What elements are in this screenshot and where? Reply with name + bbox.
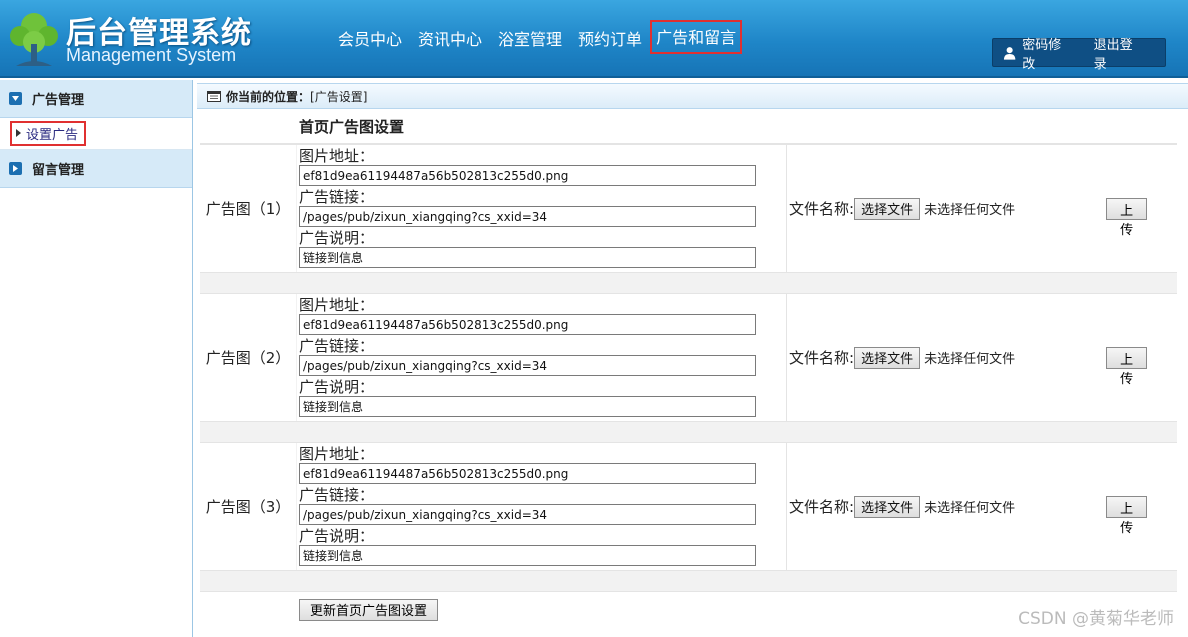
sidebar-group-messages[interactable]: 留言管理 [0, 150, 192, 188]
main-content: 你当前的位置： [广告设置] 首页广告图设置 广告图（1） 图片地址： 广告链接… [197, 80, 1188, 637]
ad-label: 广告图（1） [200, 145, 297, 272]
ad-link-input[interactable] [299, 504, 756, 525]
no-file-text: 未选择任何文件 [924, 352, 1016, 367]
nav-member-center[interactable]: 会员中心 [330, 22, 410, 54]
ad-desc-label: 广告说明： [299, 378, 375, 396]
sidebar-item-set-ads[interactable]: 设置广告 [10, 121, 87, 146]
no-file-text: 未选择任何文件 [924, 501, 1016, 516]
update-ads-button[interactable]: 更新首页广告图设置 [299, 598, 439, 621]
ad-desc-label: 广告说明： [299, 527, 375, 545]
tree-logo-icon [10, 13, 58, 66]
image-url-label: 图片地址： [299, 296, 375, 314]
sidebar-group-label: 留言管理 [32, 163, 85, 178]
ad-link-label: 广告链接： [299, 486, 375, 504]
collapse-icon [9, 92, 22, 105]
ad-label: 广告图（3） [200, 443, 297, 570]
file-upload-area: 文件名称: 选择文件 未选择任何文件 上 传 [787, 145, 1177, 272]
nav-news-center[interactable]: 资讯中心 [410, 22, 490, 54]
nav-bathroom-manage[interactable]: 浴室管理 [490, 22, 570, 54]
image-url-label: 图片地址： [299, 147, 375, 165]
top-nav: 会员中心 资讯中心 浴室管理 预约订单 广告和留言 [330, 20, 743, 54]
upload-button[interactable]: 上 传 [1106, 197, 1148, 238]
file-name-label: 文件名称: [789, 498, 855, 516]
file-upload-area: 文件名称: 选择文件 未选择任何文件 上 传 [787, 294, 1177, 421]
expand-icon [9, 162, 22, 175]
breadcrumb-current: [广告设置] [310, 89, 368, 104]
watermark: CSDN @黄菊华老师 [1018, 609, 1174, 629]
file-upload-area: 文件名称: 选择文件 未选择任何文件 上 传 [787, 443, 1177, 570]
change-password-link[interactable]: 密码修改 [1022, 34, 1071, 72]
user-icon [1003, 46, 1016, 60]
ad-desc-label: 广告说明： [299, 229, 375, 247]
image-url-label: 图片地址： [299, 445, 375, 463]
row-gap [200, 422, 1177, 442]
sidebar-group-ads[interactable]: 广告管理 [0, 80, 192, 118]
ad-link-input[interactable] [299, 355, 756, 376]
image-url-input[interactable] [299, 314, 756, 335]
app-subtitle: Management System [66, 45, 237, 65]
ad-link-input[interactable] [299, 206, 756, 227]
ad-fields: 图片地址： 广告链接： 广告说明： [297, 294, 787, 421]
ad-row-2: 广告图（2） 图片地址： 广告链接： 广告说明： 文件名称: 选择文件 未选择任… [200, 293, 1177, 422]
row-gap [200, 273, 1177, 293]
ad-link-label: 广告链接： [299, 188, 375, 206]
choose-file-button[interactable]: 选择文件 [854, 346, 921, 369]
row-gap [200, 571, 1177, 591]
choose-file-button[interactable]: 选择文件 [854, 197, 921, 220]
breadcrumb-prefix: 你当前的位置： [226, 89, 311, 104]
ad-fields: 图片地址： 广告链接： 广告说明： [297, 443, 787, 570]
file-name-label: 文件名称: [789, 349, 855, 367]
ad-desc-input[interactable] [299, 396, 756, 417]
sidebar-subitem-row: 设置广告 [0, 118, 192, 150]
upload-button[interactable]: 上 传 [1106, 346, 1148, 387]
ad-label: 广告图（2） [200, 294, 297, 421]
window-icon [207, 90, 221, 102]
logout-link[interactable]: 退出登录 [1094, 34, 1143, 72]
user-menu: 密码修改 退出登录 [992, 38, 1166, 72]
image-url-input[interactable] [299, 463, 756, 484]
image-url-input[interactable] [299, 165, 756, 186]
nav-ads-messages[interactable]: 广告和留言 [650, 20, 743, 54]
ad-fields: 图片地址： 广告链接： 广告说明： [297, 145, 787, 272]
choose-file-button[interactable]: 选择文件 [854, 495, 921, 518]
ad-settings-form: 首页广告图设置 广告图（1） 图片地址： 广告链接： 广告说明： 文件名称: 选… [200, 110, 1177, 627]
file-name-label: 文件名称: [789, 200, 855, 218]
ad-link-label: 广告链接： [299, 337, 375, 355]
breadcrumb: 你当前的位置： [广告设置] [197, 83, 1188, 109]
form-title-row: 首页广告图设置 [200, 110, 1177, 144]
form-title: 首页广告图设置 [299, 118, 405, 136]
sidebar-group-label: 广告管理 [32, 93, 85, 108]
no-file-text: 未选择任何文件 [924, 203, 1016, 218]
ad-desc-input[interactable] [299, 247, 756, 268]
ad-row-3: 广告图（3） 图片地址： 广告链接： 广告说明： 文件名称: 选择文件 未选择任… [200, 442, 1177, 571]
top-header: 后台管理系统 Management System 会员中心 资讯中心 浴室管理 … [0, 0, 1188, 78]
ad-desc-input[interactable] [299, 545, 756, 566]
ad-row-1: 广告图（1） 图片地址： 广告链接： 广告说明： 文件名称: 选择文件 未选择任… [200, 144, 1177, 273]
upload-button[interactable]: 上 传 [1106, 495, 1148, 536]
sidebar: 广告管理 设置广告 留言管理 [0, 80, 193, 637]
nav-booking-orders[interactable]: 预约订单 [570, 22, 650, 54]
